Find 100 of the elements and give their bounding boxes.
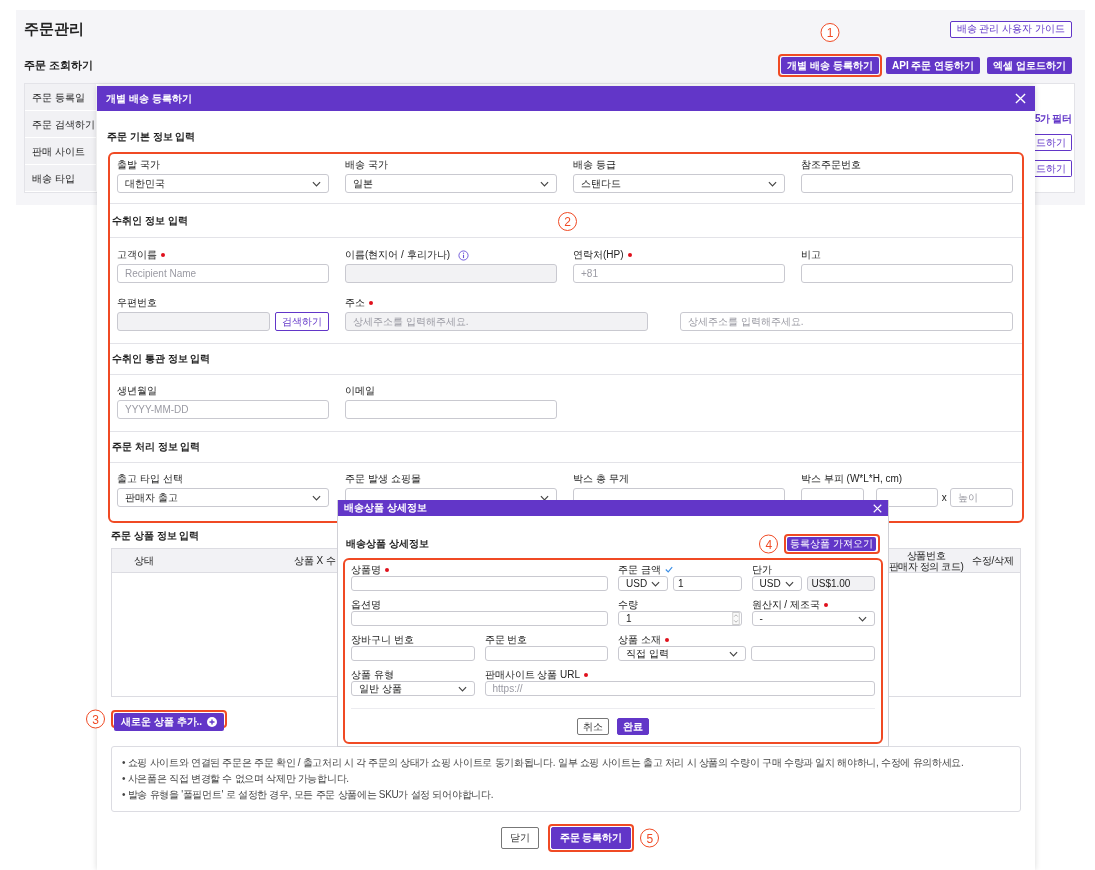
add-product-button[interactable]: 새로운 상품 추가..	[114, 713, 225, 731]
guide-button[interactable]: 배송 관리 사용자 가이드	[949, 20, 1072, 38]
filter-label: 판매 사이트	[25, 138, 96, 165]
field-label: 출발 국가	[117, 160, 161, 170]
select-field[interactable]: 스탠다드	[573, 174, 785, 193]
filter-link[interactable]: 5가 필터	[1034, 113, 1072, 125]
input-field[interactable]: +81	[573, 264, 785, 283]
input-field[interactable]	[351, 576, 608, 591]
chevron-down-icon	[540, 494, 549, 501]
field-label: 연락처(HP)	[573, 250, 624, 260]
dialog-button[interactable]: 완료	[617, 718, 649, 735]
field-label: 단가	[751, 564, 773, 575]
close-icon[interactable]	[873, 503, 882, 513]
field-label: 출고 타입 선택	[117, 474, 184, 484]
chevron-down-icon	[540, 180, 549, 187]
field-label: 이름(현지어 / 후리가나)	[345, 250, 450, 260]
input-field[interactable]: YYYY-MM-DD	[117, 400, 329, 419]
chevron-down-icon	[768, 180, 777, 187]
column-header: 수정/삭제	[970, 555, 1016, 566]
chevron-down-icon	[729, 650, 738, 657]
input-field[interactable]	[751, 646, 875, 661]
input-field[interactable]	[351, 646, 475, 661]
number-field[interactable]: 1	[618, 611, 742, 626]
field-label: 원산지 / 제조국	[751, 599, 820, 610]
field-label: 주소	[345, 298, 365, 308]
section-heading: 수취인 통관 정보 입력	[111, 354, 211, 364]
chevron-down-icon	[312, 494, 321, 501]
input-field[interactable]: 높이	[950, 488, 1013, 507]
field-label: 참조주문번호	[801, 160, 862, 170]
field-label: 옵션명	[351, 599, 382, 610]
note-text: • 발송 유형을 '풀필먼트' 로 설정한 경우, 모든 주문 상품에는 SKU가 설정 되어야합니다.	[122, 788, 495, 801]
field-label: 주문 번호	[484, 634, 529, 645]
import-button[interactable]: 등록상품 가져오기	[787, 537, 876, 551]
select-field[interactable]: 판매자 출고	[117, 488, 329, 507]
select-field[interactable]: 대한민국	[117, 174, 329, 193]
field-label: 생년월일	[117, 386, 158, 396]
field-label: 박스 총 무게	[573, 474, 630, 484]
field-label: 주문 발생 쇼핑몰	[345, 474, 422, 484]
action-button[interactable]: 엑셀 업로드하기	[987, 57, 1072, 74]
callout-number: 3	[86, 709, 105, 729]
select-field[interactable]: 직접 입력	[618, 646, 746, 661]
chevron-down-icon	[312, 180, 321, 187]
footer-button[interactable]: 주문 등록하기	[550, 827, 632, 849]
chevron-down-icon	[457, 685, 467, 692]
select-field[interactable]: -	[751, 611, 875, 626]
field-label: 장바구니 번호	[351, 634, 415, 645]
input-field[interactable]: https://	[484, 681, 875, 696]
dimension-separator: x	[940, 491, 948, 505]
field-label: 비고	[801, 250, 822, 260]
input-field[interactable]	[875, 488, 939, 507]
column-header: 상태	[133, 555, 155, 566]
field-label: 박스 부피 (W*L*H, cm)	[801, 474, 904, 484]
input-field[interactable]: 상세주소를 입력해주세요.	[680, 312, 1013, 331]
dialog-button[interactable]: 취소	[577, 718, 609, 735]
field-label: 주문 금액	[618, 564, 661, 575]
select-field[interactable]: 일반 상품	[351, 681, 475, 696]
filter-label: 주문 등록일	[25, 84, 96, 111]
spinner-icon[interactable]	[731, 612, 740, 625]
callout-number: 4	[759, 534, 779, 554]
chevron-down-icon	[651, 580, 660, 587]
filter-label: 배송 타입	[25, 165, 96, 192]
plus-icon	[207, 717, 218, 727]
field-label: 배송 등급	[573, 160, 617, 170]
input-field[interactable]	[484, 646, 608, 661]
section-title: 주문 조회하기	[24, 58, 94, 74]
field-label: 상품명	[351, 564, 381, 575]
field-label: 상품 유형	[351, 669, 395, 680]
page-title: 주문관리	[24, 18, 84, 39]
field-label: 판매사이트 상품 URL	[484, 669, 581, 680]
section-heading: 수취인 정보 입력	[111, 215, 188, 226]
note-text: • 사은품은 직접 변경할 수 없으며 삭제만 가능합니다.	[122, 772, 350, 785]
field-label: 이메일	[345, 386, 376, 396]
select-field[interactable]: 일본	[345, 174, 557, 193]
close-icon[interactable]	[1015, 93, 1026, 104]
modal-title: 개별 배송 등록하기	[106, 92, 192, 106]
input-field[interactable]	[345, 400, 557, 419]
input-field[interactable]	[801, 264, 1013, 283]
footer-button[interactable]: 닫기	[500, 827, 539, 849]
field-label: 수량	[618, 599, 639, 610]
input-field[interactable]	[351, 611, 608, 626]
dialog-title: 배송상품 상세정보	[344, 503, 427, 513]
input-field[interactable]: Recipient Name	[117, 264, 329, 283]
field-label: 우편번호	[117, 298, 158, 308]
chevron-down-icon	[858, 615, 867, 622]
note-text: • 쇼핑 사이트와 연결된 주문은 주문 확인 / 출고처리 시 각 주문의 상태가 쇼핑 사이트로 동기화됩니다. 일부 쇼핑 사이트는 출고 처리 시 상품의 수량이 구매 수량과 일치 해야하니, 수정에 유의하세요.	[122, 756, 965, 769]
section-heading: 주문 처리 정보 입력	[111, 442, 201, 452]
field-label: 상품 소재	[618, 634, 661, 645]
dialog-subtitle: 배송상품 상세정보	[346, 539, 429, 549]
chevron-down-icon	[784, 580, 794, 587]
select-field[interactable]: USD	[618, 576, 668, 591]
action-button[interactable]: API 주문 연동하기	[886, 57, 981, 74]
filter-label: 주문 검색하기	[25, 111, 96, 138]
section-heading: 주문 기본 정보 입력	[106, 130, 197, 144]
field-label: 고객이름	[117, 250, 157, 260]
input-field[interactable]: 1	[673, 576, 742, 591]
callout-number: 1	[820, 23, 840, 42]
input-field[interactable]	[801, 174, 1013, 193]
action-button[interactable]: 개별 배송 등록하기	[781, 57, 879, 74]
column-header: 상품 X 수	[292, 555, 336, 566]
column-header: 상품번호 판매자 정의 코드)	[887, 549, 965, 572]
